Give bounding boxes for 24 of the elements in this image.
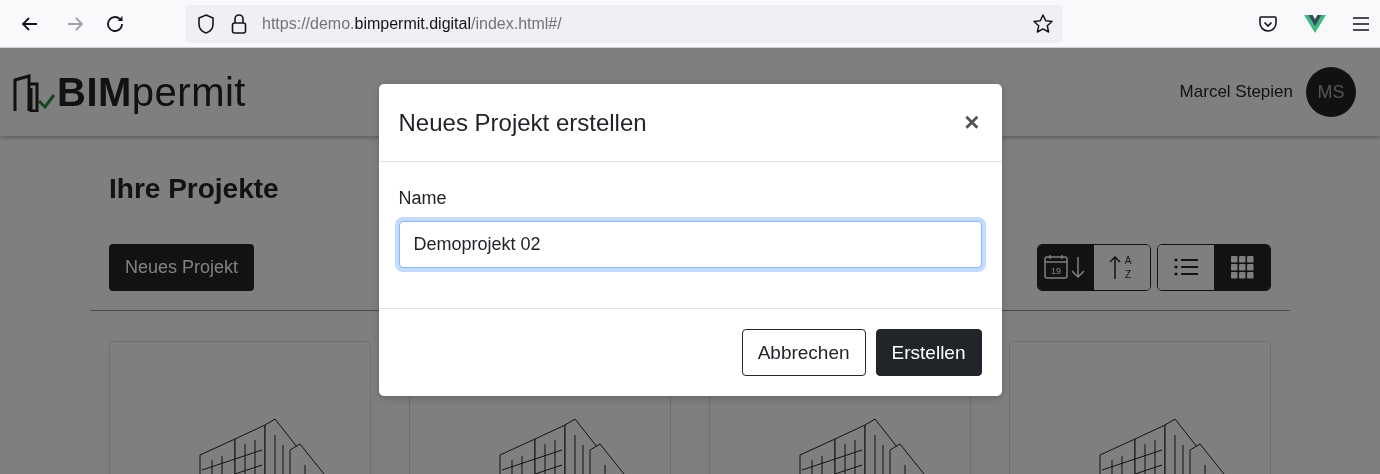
pocket-icon[interactable] [1258,13,1278,34]
new-project-button[interactable]: Neues Projekt [109,243,255,291]
name-field[interactable]: Demoprojekt 02 [398,221,982,268]
grid-icon [1230,255,1254,279]
avatar[interactable]: MS [1306,67,1356,117]
address-bar[interactable]: https://demo.bimpermit.digital/index.html#/ [186,4,1062,43]
url-text: https://demo.bimpermit.digital/index.html#/ [262,14,563,33]
star-icon[interactable] [1032,12,1054,35]
lock-icon [230,12,248,35]
grid-toggle[interactable] [1214,244,1270,290]
building-check-icon [13,74,55,112]
field-label: Name [398,188,448,209]
shield-icon[interactable] [196,12,216,35]
user-name[interactable]: Marcel Stepien [1179,82,1293,102]
triangle-logo-icon[interactable] [1304,14,1326,33]
cancel-button[interactable]: Abbrechen [741,329,866,376]
logo-text[interactable]: BIMpermit [57,72,246,112]
list-icon [1174,258,1198,276]
page-title: Ihre Projekte [109,173,279,205]
date-toggle[interactable]: 19 [1038,244,1094,290]
menu-icon[interactable] [1352,15,1370,32]
close-button[interactable]: × [962,107,982,138]
dialog-title: Neues Projekt erstellen [398,108,648,137]
create-button[interactable]: Erstellen [875,329,982,376]
